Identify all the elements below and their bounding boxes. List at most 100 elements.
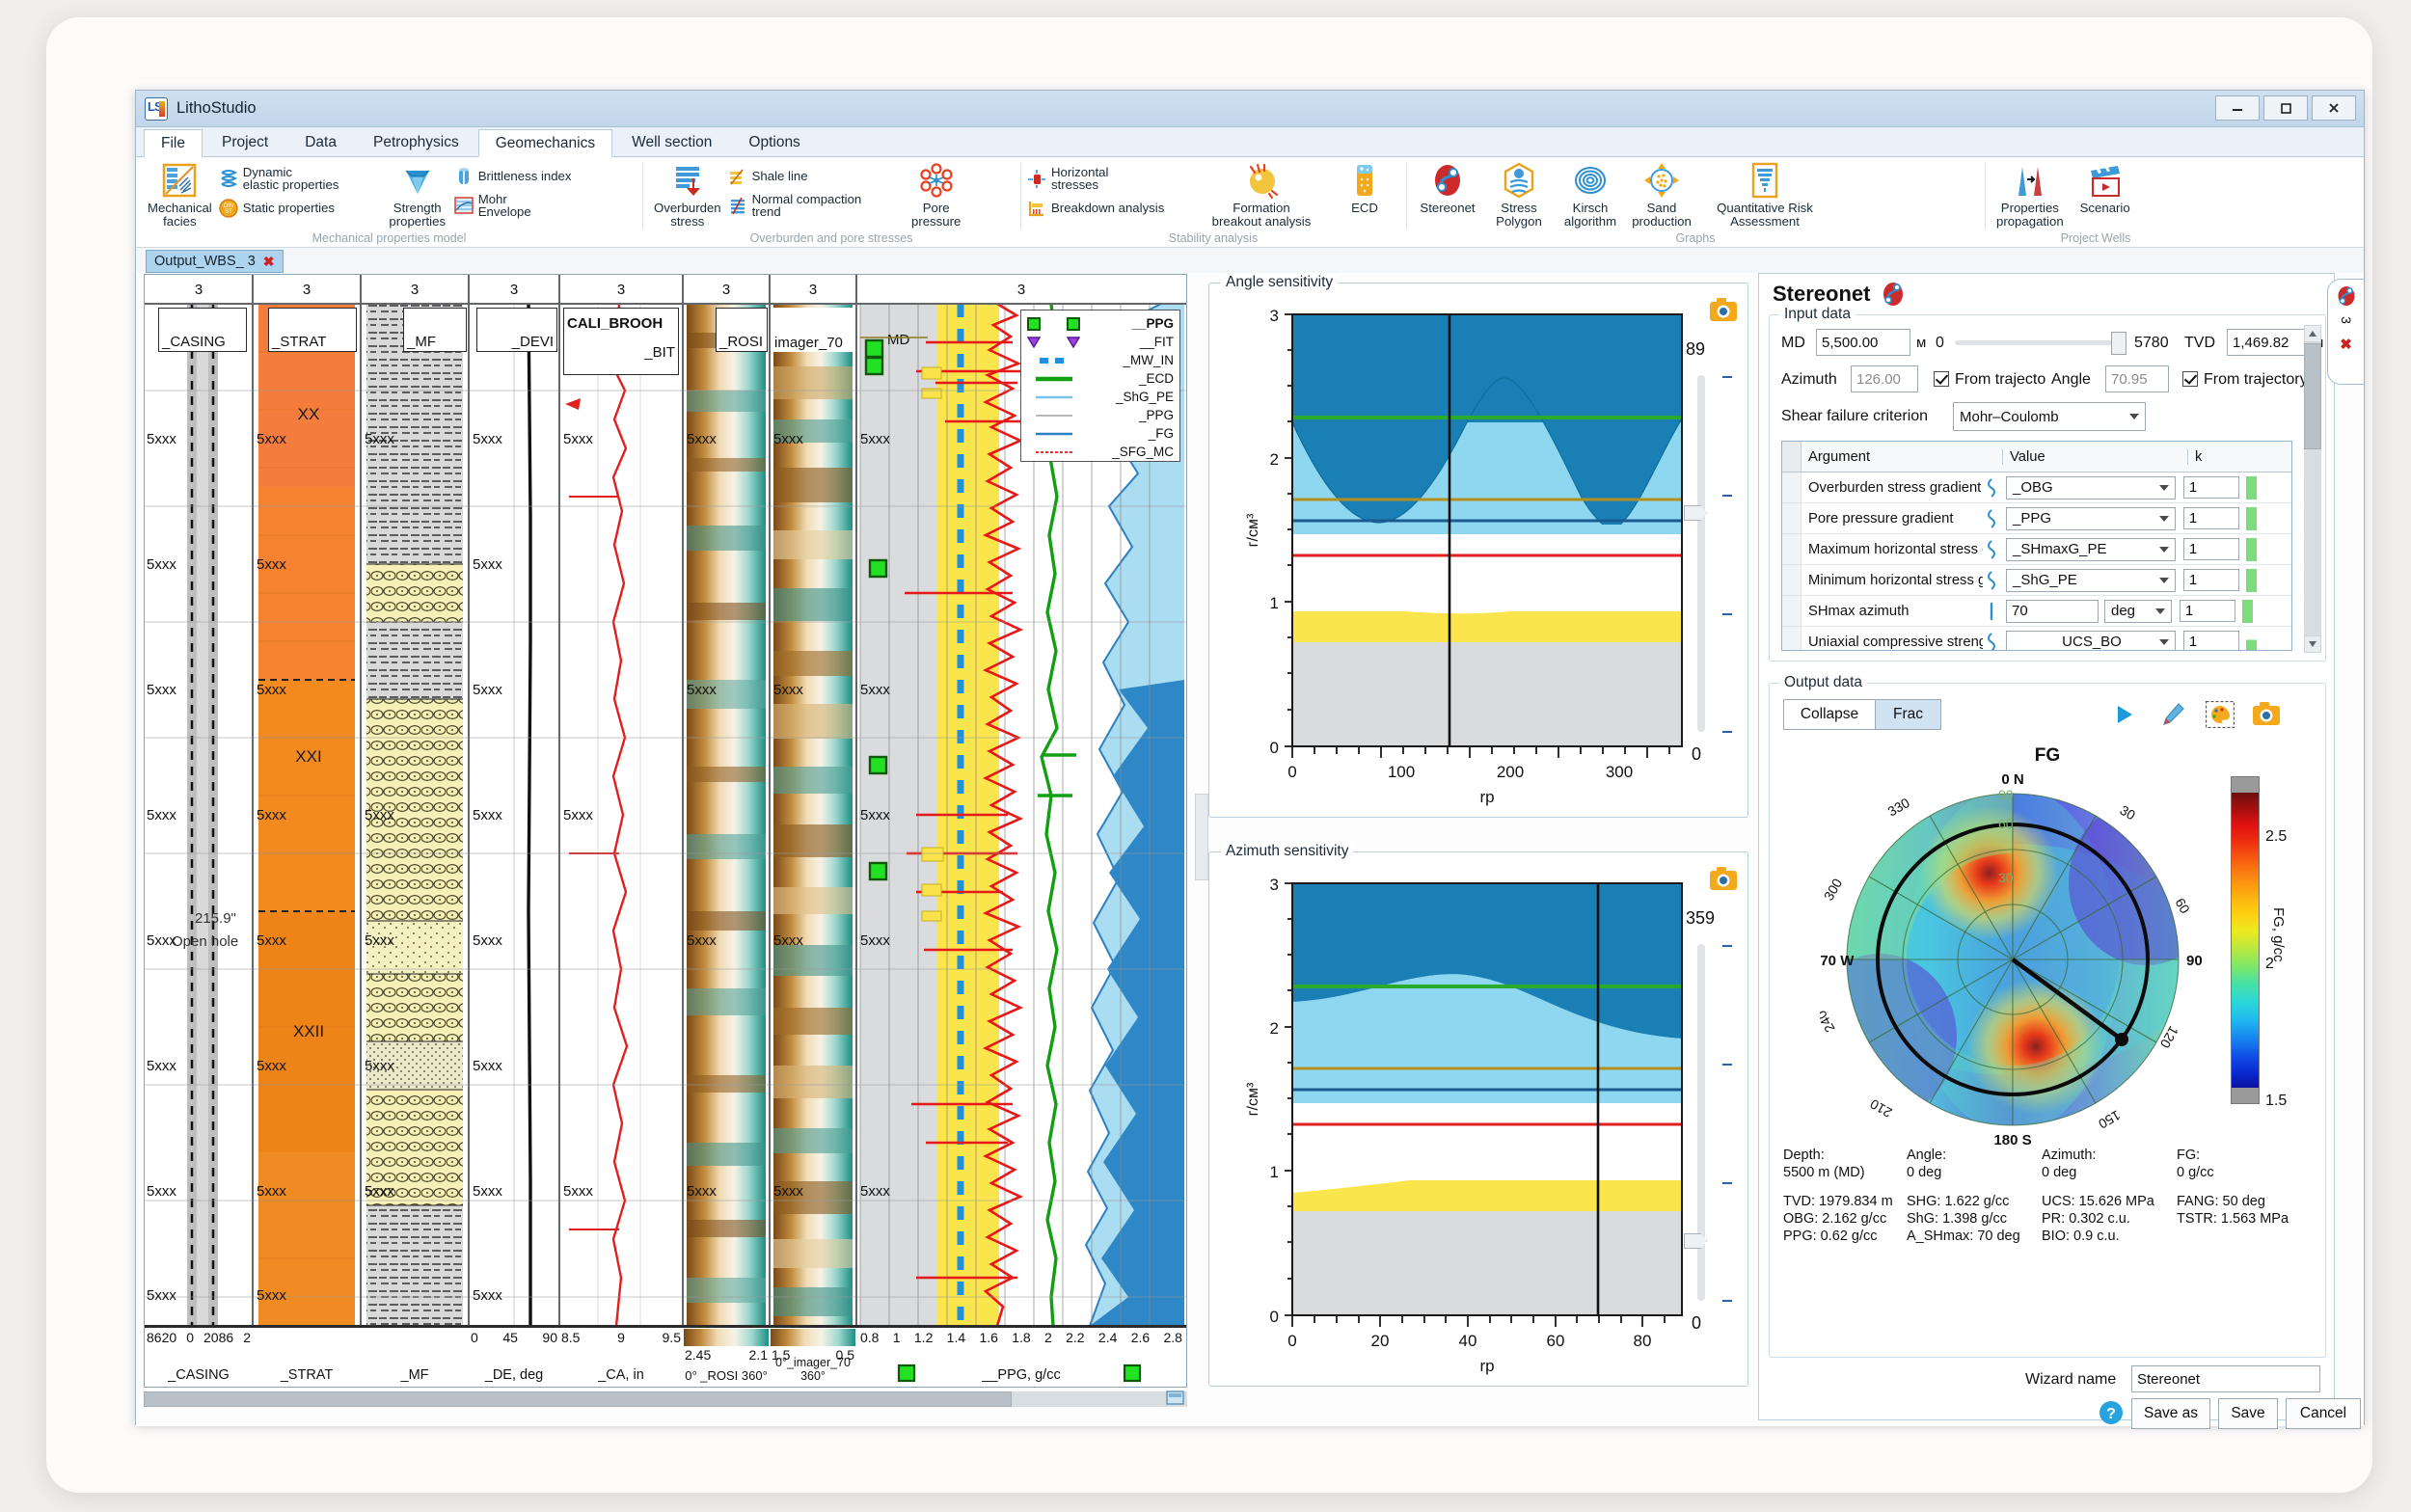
ribbon-button-horizontal-stresses[interactable]: Horizontal stresses: [1026, 166, 1194, 192]
maximize-button[interactable]: [2263, 95, 2308, 121]
input-group-vscrollbar[interactable]: [2304, 325, 2321, 653]
input-group-scroll-down-icon[interactable]: [2304, 635, 2321, 653]
pencil-icon[interactable]: [2159, 701, 2186, 728]
track-name-imager[interactable]: imager_70: [772, 308, 854, 352]
row-1-value-select[interactable]: _PPG: [2006, 506, 2176, 530]
minimize-button[interactable]: [2215, 95, 2260, 121]
ribbon-button-quantitative-risk-assessment[interactable]: Quantitative Risk Assessment: [1697, 161, 1832, 228]
side-tab-close-icon[interactable]: ✖: [2340, 336, 2352, 353]
ribbon-button-formation-breakout-analysis[interactable]: Formation breakout analysis: [1194, 161, 1329, 228]
input-group-scroll-thumb[interactable]: [2304, 343, 2321, 449]
table-row[interactable]: Overburden stress gradient _OBG 1: [1782, 472, 2291, 503]
md-input[interactable]: 5,500.00: [1816, 329, 1910, 356]
ribbon-button-brittleness-index[interactable]: Brittleness index: [453, 166, 610, 187]
ribbon-button-dynamic-elastic-properties[interactable]: Dynamic elastic properties: [218, 166, 382, 192]
document-tab-output-wbs-3[interactable]: Output_WBS_ 3 ✖: [146, 250, 284, 273]
tab-options[interactable]: Options: [731, 128, 817, 156]
track-name-mf[interactable]: _MF: [403, 308, 467, 352]
ribbon-button-mechanical-facies[interactable]: Mechanical facies: [142, 161, 218, 228]
angle-slider-track[interactable]: [1684, 375, 1707, 732]
ribbon-button-breakdown-analysis[interactable]: Breakdown analysis: [1026, 198, 1194, 219]
play-icon[interactable]: [2113, 703, 2136, 726]
tab-collapse[interactable]: Collapse: [1783, 699, 1876, 730]
side-tab-stereonet[interactable]: 3 ✖: [2327, 279, 2364, 385]
angle-slider-thumb[interactable]: [1684, 505, 1707, 521]
criterion-select[interactable]: Mohr–Coulomb: [1953, 402, 2146, 431]
camera-icon[interactable]: [2252, 701, 2281, 726]
tab-geomechanics[interactable]: Geomechanics: [477, 129, 613, 157]
row-4-value-input[interactable]: 70: [2006, 599, 2099, 623]
track-name-devi[interactable]: _DEVI: [476, 308, 557, 352]
row-0-value-select[interactable]: _OBG: [2006, 475, 2176, 500]
ribbon-button-shale-line[interactable]: Shale line: [727, 166, 901, 187]
azimuth-from-trajectory-checkbox[interactable]: [1934, 371, 1949, 387]
row-1-k[interactable]: 1: [2183, 507, 2239, 529]
ribbon-button-sand-production[interactable]: Sand production: [1626, 161, 1697, 228]
table-row[interactable]: SHmax azimuth 70 deg 1: [1782, 596, 2291, 627]
angle-chart-camera-icon[interactable]: [1709, 297, 1738, 322]
tab-data[interactable]: Data: [287, 128, 354, 156]
ribbon-button-kirsch-algorithm[interactable]: Kirsch algorithm: [1555, 161, 1626, 228]
legend-label-fit: __FIT: [1139, 335, 1174, 349]
ribbon-button-normal-compaction-trend[interactable]: Normal compaction trend: [727, 193, 901, 219]
track-name-casing[interactable]: _CASING: [158, 308, 247, 352]
row-4-unit-select[interactable]: deg: [2104, 599, 2172, 623]
save-as-button[interactable]: Save as: [2131, 1398, 2210, 1429]
table-row[interactable]: Minimum horizontal stress gr _ShG_PE 1: [1782, 565, 2291, 596]
ribbon-button-scenario[interactable]: Scenario: [2070, 161, 2141, 215]
palette-icon[interactable]: [2206, 701, 2235, 728]
save-button[interactable]: Save: [2218, 1398, 2278, 1429]
cancel-button[interactable]: Cancel: [2286, 1398, 2361, 1429]
md-slider-thumb[interactable]: [2111, 332, 2127, 355]
well-log-panel[interactable]: 215.9" Open hole XX XXI XXII MD 3 3 3 3 …: [144, 274, 1187, 1388]
ribbon-button-stress-polygon[interactable]: Stress Polygon: [1483, 161, 1555, 228]
ribbon-button-properties-propagation[interactable]: Properties propagation: [1991, 161, 2070, 228]
tab-petrophysics[interactable]: Petrophysics: [356, 128, 476, 156]
azimuth-input[interactable]: 126.00: [1851, 365, 1918, 392]
track-name-strat[interactable]: _STRAT: [268, 308, 357, 352]
row-4-k[interactable]: 1: [2180, 600, 2235, 622]
panel-splitter-handle[interactable]: [1195, 794, 1208, 880]
row-3-value-select[interactable]: _ShG_PE: [2006, 568, 2176, 592]
azimuth-slider-track[interactable]: [1684, 944, 1707, 1301]
track-name-cali[interactable]: CALI_BROOH _BIT: [563, 308, 679, 375]
log-panel-hscrollbar[interactable]: [144, 1391, 1187, 1407]
tab-frac[interactable]: Frac: [1876, 699, 1941, 730]
ribbon-button-mohr-envelope[interactable]: Mohr Envelope: [453, 193, 610, 219]
track-name-rosi[interactable]: _ROSI: [716, 308, 768, 352]
table-row[interactable]: Pore pressure gradient _PPG 1: [1782, 503, 2291, 534]
help-icon[interactable]: ?: [2099, 1400, 2124, 1425]
arguments-table[interactable]: Argument Value k Overburden stress gradi…: [1781, 441, 2292, 651]
row-2-value-select[interactable]: _SHmaxG_PE: [2006, 537, 2176, 561]
ribbon-button-static-properties[interactable]: DIN ST Static properties: [218, 198, 382, 219]
tvd-input[interactable]: 1,469.82: [2227, 329, 2310, 356]
table-row[interactable]: Maximum horizontal stress g _SHmaxG_PE 1: [1782, 534, 2291, 565]
angle-input[interactable]: 70.95: [2105, 365, 2169, 392]
wizard-name-input[interactable]: Stereonet: [2131, 1365, 2320, 1392]
document-tab-close-icon[interactable]: ✖: [263, 254, 275, 270]
row-2-k[interactable]: 1: [2183, 538, 2239, 560]
row-5-value-select[interactable]: UCS_BO: [2006, 630, 2176, 650]
ribbon-button-overburden-stress[interactable]: Overburden stress: [648, 161, 727, 228]
tab-project[interactable]: Project: [204, 128, 285, 156]
angle-from-trajectory-checkbox[interactable]: [2182, 371, 2198, 387]
row-3-k[interactable]: 1: [2183, 569, 2239, 591]
ribbon-button-strength-properties[interactable]: Strength properties: [382, 161, 453, 228]
azimuth-chart-camera-icon[interactable]: [1709, 866, 1738, 891]
ribbon-button-pore-pressure[interactable]: Pore pressure: [901, 161, 972, 228]
close-button[interactable]: [2312, 95, 2356, 121]
ribbon-button-ecd[interactable]: ECD: [1329, 161, 1400, 215]
azimuth-slider-thumb[interactable]: [1684, 1233, 1707, 1249]
input-group-scroll-up-icon[interactable]: [2304, 325, 2321, 342]
md-slider-track[interactable]: [1955, 332, 2127, 355]
table-row[interactable]: Uniaxial compressive strengtl UCS_BO 1: [1782, 627, 2291, 650]
log-panel-hscroll-thumb[interactable]: [144, 1391, 1012, 1407]
tab-well-section[interactable]: Well section: [614, 128, 729, 156]
ribbon-button-stereonet[interactable]: Stereonet: [1412, 161, 1483, 215]
tab-file[interactable]: File: [144, 129, 203, 157]
log-panel-resize-icon[interactable]: [1166, 1390, 1185, 1407]
row-5-k[interactable]: 1: [2183, 631, 2239, 650]
row-0-k[interactable]: 1: [2183, 476, 2239, 499]
stereonet-polar-plot[interactable]: 30 60 90 0 N 30 60 90 E 120 150 180 S 21…: [1820, 767, 2206, 1152]
row-3-curve-icon: [1988, 570, 1995, 590]
